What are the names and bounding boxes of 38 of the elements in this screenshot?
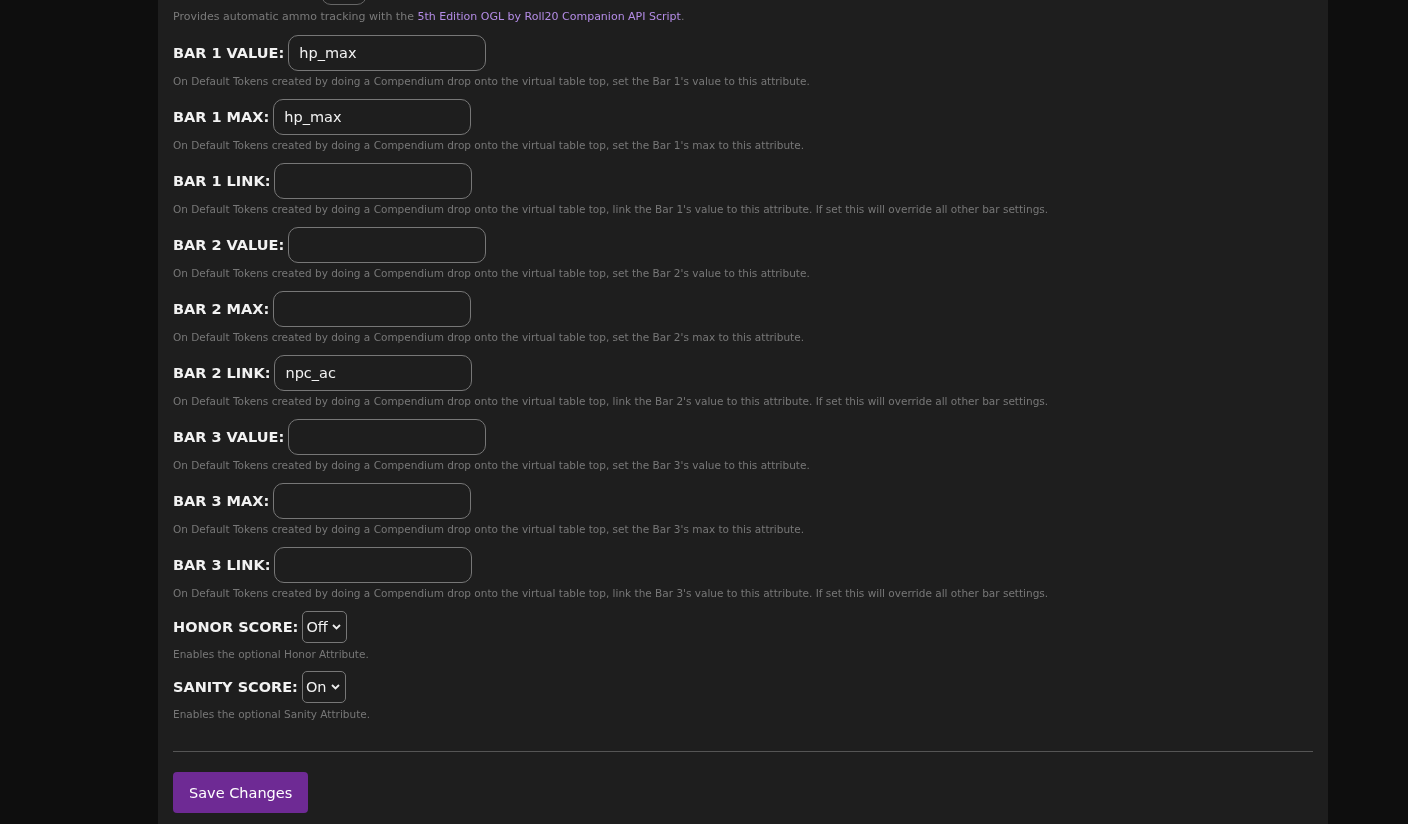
description-text: On Default Tokens created by doing a Compendium drop onto the virtual table top, set the Bar 2's max to this attribute.: [173, 330, 805, 344]
save-button[interactable]: Save Changes: [173, 772, 309, 813]
dropdown[interactable]: On: [301, 671, 346, 703]
field-label: BAR 1 LINK:: [173, 173, 271, 189]
description-text: Enables the optional Sanity Attribute.: [173, 707, 372, 721]
text-field[interactable]: [274, 163, 473, 199]
description-text: On Default Tokens created by doing a Compendium drop onto the virtual table top, set the Bar 3's value to this attribute.: [173, 458, 811, 472]
description-text: Enables the optional Honor Attribute.: [173, 647, 370, 661]
field-label: BAR 1 VALUE:: [173, 45, 285, 61]
text-field[interactable]: hp_max: [273, 99, 472, 135]
field-label: BAR 2 MAX:: [173, 301, 270, 317]
field-label: BAR 3 LINK:: [173, 557, 271, 573]
caret-icon: [330, 684, 340, 690]
description-text: On Default Tokens created by doing a Compendium drop onto the virtual table top, link the Bar 1's value to this attribute. If set this will override all other bar settings.: [173, 202, 1050, 216]
field-label: HONOR SCORE:: [173, 619, 299, 635]
dropdown[interactable]: Off: [302, 611, 347, 643]
description-text: Provides automatic ammo tracking with the 5th Edition OGL by Roll20 Companion API Script.: [173, 10, 686, 24]
text-field[interactable]: hp_max: [288, 35, 487, 71]
field-label: BAR 2 VALUE:: [173, 237, 285, 253]
script-link[interactable]: 5th Edition OGL by Roll20 Companion API Script: [417, 10, 681, 23]
field-label: BAR 1 MAX:: [173, 109, 270, 125]
text-field[interactable]: npc_ac: [274, 355, 473, 391]
description-text: On Default Tokens created by doing a Compendium drop onto the virtual table top, link the Bar 3's value to this attribute. If set this will override all other bar settings.: [173, 586, 1050, 600]
field-label: BAR 3 MAX:: [173, 493, 270, 509]
text-field[interactable]: [273, 291, 472, 327]
field-label: BAR 2 LINK:: [173, 365, 271, 381]
field-label: BAR 3 VALUE:: [173, 429, 285, 445]
caret-icon: [331, 624, 341, 630]
description-text: On Default Tokens created by doing a Compendium drop onto the virtual table top, set the Bar 3's max to this attribute.: [173, 522, 805, 536]
description-text: On Default Tokens created by doing a Compendium drop onto the virtual table top, set the Bar 1's max to this attribute.: [173, 138, 805, 152]
text-field[interactable]: [288, 419, 487, 455]
text-field[interactable]: [273, 483, 472, 519]
text-field[interactable]: [288, 227, 487, 263]
description-text: On Default Tokens created by doing a Compendium drop onto the virtual table top, set the Bar 1's value to this attribute.: [173, 74, 811, 88]
description-text: On Default Tokens created by doing a Compendium drop onto the virtual table top, set the Bar 2's value to this attribute.: [173, 266, 811, 280]
description-text: On Default Tokens created by doing a Compendium drop onto the virtual table top, link the Bar 2's value to this attribute. If set this will override all other bar settings.: [173, 394, 1050, 408]
text-field[interactable]: [274, 547, 473, 583]
field-label: SANITY SCORE:: [173, 679, 298, 695]
